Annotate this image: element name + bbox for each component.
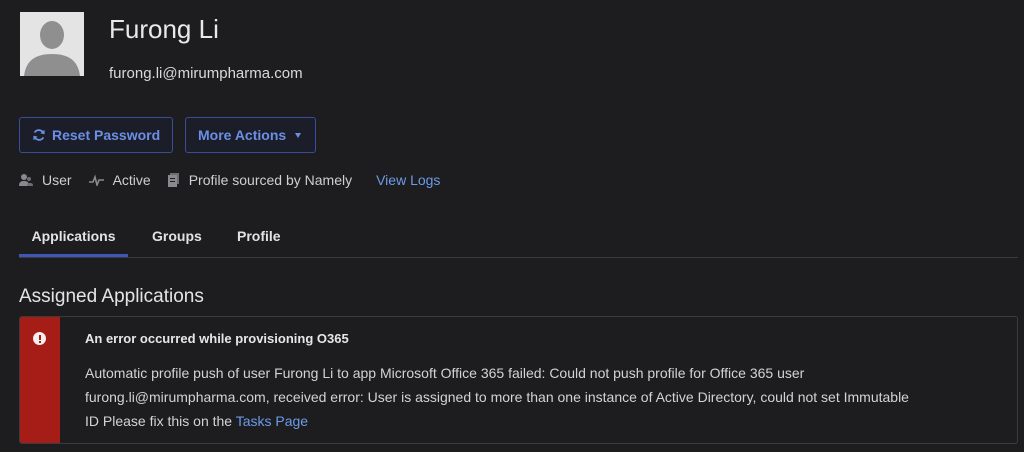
caret-down-icon: [295, 132, 302, 138]
view-logs-link[interactable]: View Logs: [376, 172, 440, 188]
error-message-text: ID Please fix this on the: [85, 413, 233, 429]
pulse-icon: [88, 174, 104, 186]
tasks-page-link[interactable]: Tasks Page: [236, 413, 308, 429]
user-meta-row: User Active Profile sourced by Namely Vi…: [19, 170, 440, 190]
error-message-line: ID Please fix this on the Tasks Page: [85, 409, 985, 433]
tab-groups[interactable]: Groups: [152, 218, 202, 257]
refresh-icon: [33, 129, 45, 141]
profile-source-label: Profile sourced by Namely: [188, 172, 353, 188]
profile-source-indicator: Profile sourced by Namely: [167, 172, 353, 188]
role-label: User: [42, 172, 72, 188]
error-message-line: furong.li@mirumpharma.com, received erro…: [85, 389, 909, 405]
section-title: Assigned Applications: [19, 286, 204, 307]
reset-password-label: Reset Password: [52, 127, 161, 143]
user-email: furong.li@mirumpharma.com: [109, 65, 303, 82]
role-indicator: User: [19, 172, 72, 188]
error-strip: [20, 317, 60, 443]
tab-profile[interactable]: Profile: [237, 218, 281, 257]
profile-tabs: Applications Groups Profile: [19, 218, 1018, 258]
tab-applications[interactable]: Applications: [19, 218, 128, 257]
alert-circle-icon: [33, 332, 46, 345]
default-user-avatar-icon: [20, 12, 84, 76]
reset-password-button[interactable]: Reset Password: [19, 117, 173, 153]
avatar: [20, 12, 84, 76]
user-icon: [19, 174, 33, 186]
error-title: An error occurred while provisioning O36…: [85, 331, 349, 346]
error-alert: An error occurred while provisioning O36…: [19, 316, 1018, 444]
status-label: Active: [112, 172, 151, 188]
error-message: Automatic profile push of user Furong Li…: [85, 361, 985, 433]
user-profile-page: Furong Li furong.li@mirumpharma.com Rese…: [0, 0, 1024, 452]
document-stack-icon: [167, 173, 179, 187]
status-indicator: Active: [88, 172, 151, 188]
error-message-line: Automatic profile push of user Furong Li…: [85, 365, 805, 381]
user-name: Furong Li: [109, 14, 219, 44]
more-actions-button[interactable]: More Actions: [185, 117, 316, 153]
more-actions-label: More Actions: [198, 127, 287, 143]
